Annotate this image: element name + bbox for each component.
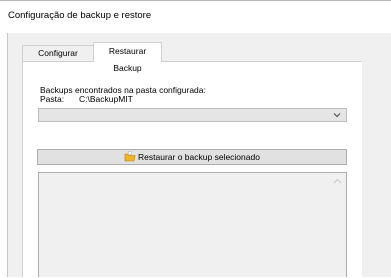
backup-list[interactable] (38, 172, 347, 277)
restore-button-label: Restaurar o backup selecionado (138, 152, 260, 162)
tab-configurar-backup[interactable]: Configurar Backup (22, 45, 94, 73)
chevron-up-icon[interactable] (333, 178, 342, 185)
title-bar[interactable]: Configuração de backup e restore (0, 0, 391, 33)
chevron-down-icon (333, 113, 341, 118)
tab-label: Restaurar Backup (108, 46, 147, 73)
window-title: Configuração de backup e restore (8, 10, 152, 21)
tab-restaurar-backup[interactable]: Restaurar Backup (93, 42, 162, 73)
window-right-margin (362, 33, 391, 277)
folder-path-value: C:\BackupMIT (79, 94, 133, 104)
backup-select-dropdown[interactable] (38, 108, 347, 122)
backup-restore-window: Configuração de backup e restore Configu… (0, 0, 391, 278)
folder-label: Pasta: (40, 94, 65, 104)
folder-restore-icon (124, 151, 136, 162)
restore-backup-button[interactable]: Restaurar o backup selecionado (37, 149, 347, 165)
